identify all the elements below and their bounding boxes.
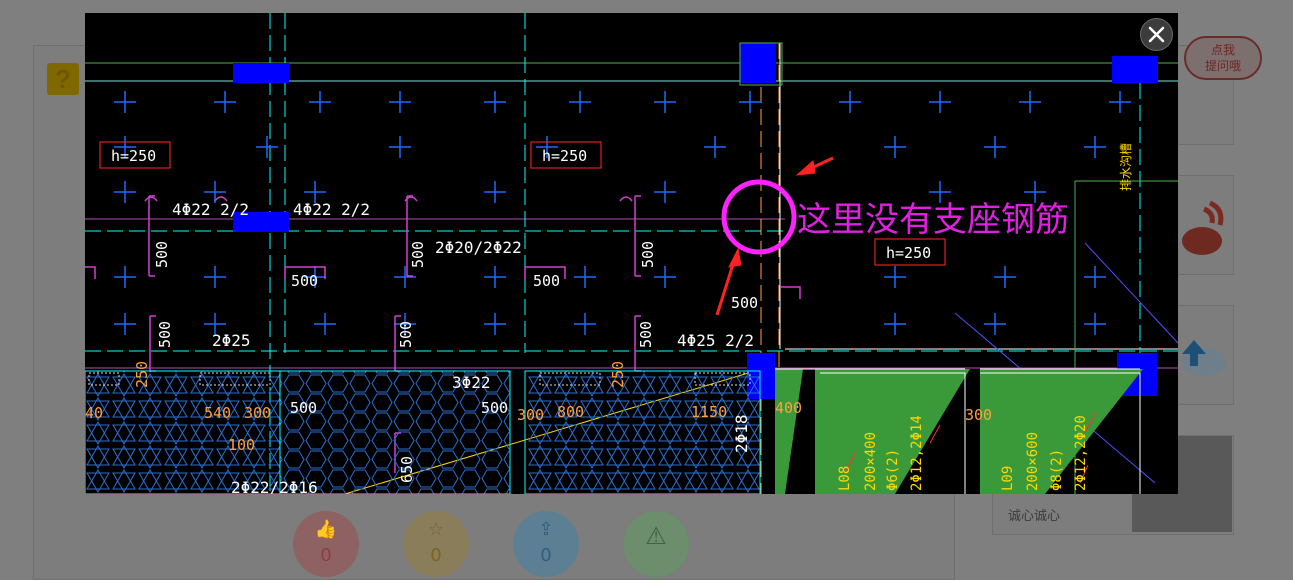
like-button[interactable]: 👍 0	[293, 511, 359, 577]
dim-label: 500	[409, 241, 427, 268]
dim-label: 400	[775, 399, 802, 417]
beam-label: 2Φ12,2Φ20	[1073, 415, 1089, 491]
dim-label: 500	[290, 399, 317, 417]
beam-label: L08	[837, 466, 853, 491]
thumbs-up-icon: 👍	[314, 519, 338, 540]
dim-label: 500	[481, 399, 508, 417]
star-icon: ☆	[427, 519, 445, 540]
beam-label: L09	[1000, 466, 1016, 491]
share-icon: ⇪	[538, 519, 554, 540]
dim-label: 500	[637, 321, 655, 348]
beam-label: 2Φ12,2Φ14	[909, 415, 925, 491]
dim-label: 500	[639, 241, 657, 268]
vertical-tag: 排水沟槽	[1119, 143, 1133, 191]
ask-bubble-line2: 提问哦	[1204, 59, 1241, 73]
question-icon: ?	[47, 63, 79, 95]
hatch-areas	[85, 370, 761, 494]
warning-icon: ⚠	[645, 522, 667, 550]
dim-label: 300	[244, 404, 271, 422]
beam-label: 200×600	[1025, 432, 1041, 491]
favorite-button[interactable]: ☆ 0	[403, 511, 469, 577]
upload-cloud-icon[interactable]	[1174, 330, 1226, 386]
dim-label: 250	[609, 361, 627, 388]
dim-label: 500	[153, 241, 171, 268]
dim-label: 1150	[691, 403, 727, 421]
annotation-text: 这里没有支座钢筋	[797, 200, 1069, 240]
cad-drawing: h=250 h=250 h=250 4Φ22 2/2 4Φ22 2/2 2Φ20…	[85, 13, 1178, 494]
slab-label: h=250	[542, 147, 587, 165]
rebar-label: 2Φ25	[212, 331, 251, 350]
favorite-count: 0	[430, 545, 442, 566]
close-icon	[1148, 26, 1165, 43]
dim-label: 500	[397, 321, 415, 348]
dim-label: 100	[228, 436, 255, 454]
share-count: 0	[540, 545, 552, 566]
weibo-icon[interactable]	[1180, 195, 1228, 263]
dim-label: 40	[85, 404, 103, 422]
dim-label: 500	[156, 321, 174, 348]
ask-bubble-line1: 点我	[1210, 43, 1235, 57]
dim-label: 800	[557, 403, 584, 421]
dim-label: 300	[517, 406, 544, 424]
highlight-circle	[721, 179, 797, 255]
rebar-label: 2Φ20/2Φ22	[435, 238, 522, 257]
dim-label: 500	[731, 294, 758, 312]
dim-label: 650	[398, 456, 416, 483]
beam-label: 200×400	[863, 432, 879, 491]
rebar-label: 4Φ22 2/2	[172, 200, 249, 219]
dim-label: 500	[291, 272, 318, 290]
slab-label: h=250	[111, 147, 156, 165]
slab-label: h=250	[886, 244, 931, 262]
dim-label: 250	[133, 361, 151, 388]
rebar-label: 4Φ25 2/2	[677, 331, 754, 350]
report-button[interactable]: ⚠	[623, 511, 689, 577]
like-count: 0	[320, 545, 332, 566]
beam-label: Φ8(2)	[1049, 449, 1065, 491]
rebar-label: 2Φ22/2Φ16	[231, 478, 318, 494]
image-viewer: h=250 h=250 h=250 4Φ22 2/2 4Φ22 2/2 2Φ20…	[85, 13, 1178, 494]
dim-label: 540	[204, 404, 231, 422]
dim-label: 500	[533, 272, 560, 290]
ask-question-bubble[interactable]: 点我 提问哦	[1184, 36, 1262, 80]
rebar-label: 3Φ22	[452, 373, 491, 392]
share-button[interactable]: ⇪ 0	[513, 511, 579, 577]
side-caption: 诚心诚心	[1008, 509, 1061, 524]
close-button[interactable]	[1140, 18, 1173, 51]
rebar-label: 4Φ22 2/2	[293, 200, 370, 219]
dim-label: 300	[965, 406, 992, 424]
beam-label: Φ6(2)	[885, 449, 901, 491]
rebar-label: 2Φ18	[732, 414, 751, 453]
